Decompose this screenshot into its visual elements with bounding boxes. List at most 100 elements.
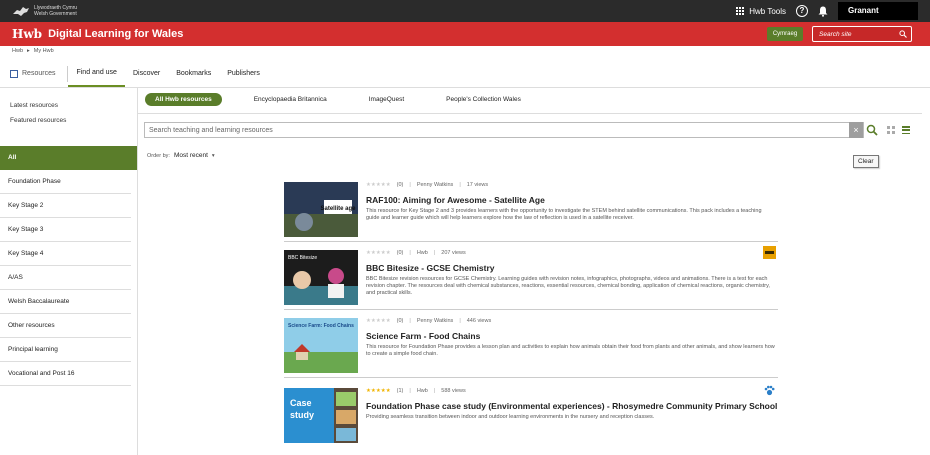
source-filter-chips: All Hwb resources Encyclopaedia Britanni… [145, 93, 531, 106]
language-toggle-button[interactable]: Cymraeg [767, 27, 803, 41]
sidebar-featured-resources[interactable]: Featured resources [10, 113, 127, 128]
clear-search-button[interactable]: × [849, 122, 863, 138]
result-card[interactable]: Case study ★★★★★ (1) | Hwb | 588 views F… [284, 385, 778, 448]
sidebar-item-vocational-post-16[interactable]: Vocational and Post 16 [0, 362, 131, 386]
sidebar-item-welsh-baccalaureate[interactable]: Welsh Baccalaureate [0, 290, 131, 314]
result-card[interactable]: BBC Bitesize ★★★★★ (0) | Hwb | 207 views… [284, 246, 778, 310]
breadcrumb-current[interactable]: My Hwb [34, 48, 54, 54]
order-by-select[interactable]: Most recent [174, 152, 208, 159]
site-search-placeholder: Search site [819, 31, 852, 38]
hwb-tools-button[interactable]: Hwb Tools [736, 6, 786, 16]
divider [138, 113, 922, 114]
chip-imagequest[interactable]: ImageQuest [359, 93, 414, 106]
result-author[interactable]: Hwb [417, 250, 428, 256]
thumbnail-label: BBC Bitesize [288, 255, 317, 261]
tab-bookmarks[interactable]: Bookmarks [168, 60, 219, 87]
apps-grid-icon [736, 6, 745, 16]
hwb-tools-label: Hwb Tools [749, 6, 786, 16]
result-title[interactable]: RAF100: Aiming for Awesome - Satellite A… [366, 195, 545, 205]
chip-peoples-collection-wales[interactable]: People's Collection Wales [436, 93, 531, 106]
search-icon[interactable] [866, 123, 878, 137]
site-search-input[interactable]: Search site [812, 26, 912, 42]
resource-thumbnail[interactable]: Satellite age [284, 182, 358, 237]
rating-count: (0) [396, 318, 404, 324]
sidebar-item-all[interactable]: All [0, 146, 137, 170]
order-by: Order by: Most recent ▾ [147, 152, 215, 159]
welsh-government-logo[interactable]: Llywodraeth Cymru Welsh Government [12, 3, 82, 19]
breadcrumb: Hwb ▸ My Hwb [12, 48, 54, 54]
svg-text:Case: Case [290, 398, 312, 408]
resource-thumbnail[interactable]: Science Farm: Food Chains [284, 318, 358, 373]
rating-count: (1) [396, 388, 404, 394]
rating-count: (0) [396, 182, 404, 188]
result-title[interactable]: Science Farm - Food Chains [366, 331, 480, 341]
tab-resources[interactable]: Resources [0, 65, 69, 82]
result-views: 17 views [466, 182, 489, 188]
hwb-header: Hwb Digital Learning for Wales Cymraeg S… [0, 22, 930, 46]
government-bar: Llywodraeth Cymru Welsh Government Hwb T… [0, 0, 930, 22]
site-title: Digital Learning for Wales [48, 28, 184, 40]
result-card[interactable]: Science Farm: Food Chains ★★★★★ (0) | Pe… [284, 318, 778, 378]
chip-encyclopaedia-britannica[interactable]: Encyclopaedia Britannica [244, 93, 337, 106]
paw-print-icon [764, 385, 775, 396]
user-menu[interactable]: Granant [838, 2, 918, 20]
help-icon[interactable]: ? [796, 5, 808, 17]
sidebar-item-a-as[interactable]: A/AS [0, 266, 131, 290]
sidebar-item-other-resources[interactable]: Other resources [0, 314, 131, 338]
rating-stars: ★★★★★ [366, 318, 391, 324]
result-meta: ★★★★★ (0) | Penny Watkins | 17 views [366, 182, 489, 188]
chevron-down-icon[interactable]: ▾ [212, 153, 215, 159]
sidebar-item-key-stage-2[interactable]: Key Stage 2 [0, 194, 131, 218]
hwb-logo[interactable]: Hwb Digital Learning for Wales [12, 27, 183, 41]
result-views: 207 views [441, 250, 466, 256]
tab-discover[interactable]: Discover [125, 60, 168, 87]
breadcrumb-separator: ▸ [27, 48, 30, 54]
grid-view-icon[interactable] [887, 126, 895, 134]
breadcrumb-home[interactable]: Hwb [12, 48, 23, 54]
sidebar-item-principal-learning[interactable]: Principal learning [0, 338, 131, 362]
sidebar: Latest resources Featured resources All … [0, 88, 138, 455]
resource-thumbnail[interactable]: Case study [284, 388, 358, 443]
result-views: 588 views [441, 388, 466, 394]
gov-name-english: Welsh Government [34, 11, 77, 17]
list-view-icon[interactable] [902, 126, 910, 134]
sidebar-item-key-stage-4[interactable]: Key Stage 4 [0, 242, 131, 266]
dragon-icon [13, 7, 29, 16]
tab-publishers[interactable]: Publishers [219, 60, 268, 87]
result-author[interactable]: Penny Watkins [417, 182, 453, 188]
search-icon[interactable] [899, 30, 907, 38]
result-author[interactable]: Hwb [417, 388, 428, 394]
clear-tooltip: Clear [853, 155, 879, 168]
sidebar-item-foundation-phase[interactable]: Foundation Phase [0, 170, 131, 194]
svg-text:study: study [290, 410, 314, 420]
resources-icon [10, 69, 18, 78]
chip-all-hwb-resources[interactable]: All Hwb resources [145, 93, 222, 106]
thumbnail-label: Science Farm: Food Chains [288, 323, 354, 329]
result-description: This resource for Key Stage 2 and 3 prov… [366, 208, 762, 221]
tab-find-and-use[interactable]: Find and use [68, 60, 125, 87]
rating-count: (0) [396, 250, 404, 256]
result-views: 446 views [466, 318, 492, 324]
bell-icon[interactable] [818, 6, 828, 17]
order-by-label: Order by: [147, 152, 170, 159]
result-meta: ★★★★★ (0) | Hwb | 207 views [366, 250, 466, 256]
result-meta: ★★★★★ (1) | Hwb | 588 views [366, 388, 466, 394]
rating-stars: ★★★★★ [366, 250, 391, 256]
rating-stars: ★★★★★ [366, 182, 391, 188]
result-title[interactable]: Foundation Phase case study (Environment… [366, 401, 777, 411]
resources-nav: Resources Find and use Discover Bookmark… [0, 60, 930, 88]
tab-resources-label: Resources [22, 69, 56, 77]
result-description: This resource for Foundation Phase provi… [366, 344, 775, 357]
sidebar-latest-resources[interactable]: Latest resources [10, 98, 127, 113]
external-provider-icon [763, 246, 776, 259]
result-description: Providing seamless transition between in… [366, 414, 655, 420]
resource-search-input[interactable]: Search teaching and learning resources [144, 122, 864, 138]
hwb-brand: Hwb [12, 27, 43, 41]
result-author[interactable]: Penny Watkins [417, 318, 453, 324]
sidebar-item-key-stage-3[interactable]: Key Stage 3 [0, 218, 131, 242]
result-card[interactable]: Satellite age ★★★★★ (0) | Penny Watkins … [284, 182, 778, 242]
result-title[interactable]: BBC Bitesize - GCSE Chemistry [366, 263, 494, 273]
rating-stars: ★★★★★ [366, 388, 391, 394]
result-meta: ★★★★★ (0) | Penny Watkins | 446 views [366, 318, 492, 324]
resource-thumbnail[interactable]: BBC Bitesize [284, 250, 358, 305]
